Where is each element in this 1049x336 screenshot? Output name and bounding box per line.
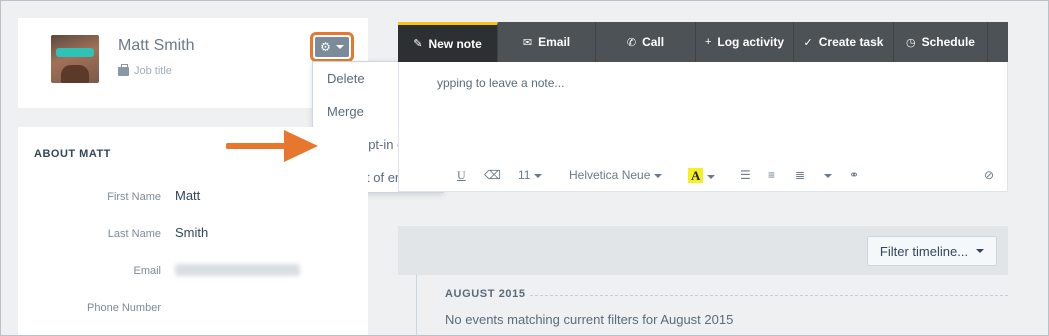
envelope-icon: ✉ — [522, 36, 533, 49]
tab-email-label: Email — [538, 35, 571, 49]
beard-shape — [61, 65, 89, 83]
attachment-icon[interactable]: ⊘ — [984, 168, 994, 182]
eraser-icon[interactable]: ⌫ — [484, 168, 501, 182]
font-size-value: 11 — [518, 168, 531, 182]
briefcase-icon — [118, 63, 129, 76]
phone-number-label: Phone Number — [87, 302, 161, 314]
tab-new-note-label: New note — [428, 36, 482, 51]
timeline-month-heading: AUGUST 2015 — [445, 288, 526, 300]
font-size-select[interactable]: 11 — [518, 168, 543, 182]
highlight-color-button[interactable]: A — [688, 168, 716, 184]
filter-timeline-label: Filter timeline... — [879, 243, 969, 259]
chevron-down-icon — [534, 173, 543, 178]
filter-timeline-button[interactable]: Filter timeline... — [867, 236, 997, 266]
sunglasses-shape — [56, 48, 94, 57]
about-section-title: ABOUT MATT — [34, 148, 111, 160]
chevron-down-icon — [824, 173, 832, 178]
chevron-down-icon — [335, 45, 344, 49]
chevron-down-icon — [654, 173, 663, 178]
avatar[interactable] — [51, 35, 99, 83]
activity-tab-bar: ✎ New note ✉ Email ✆ Call + Log activity… — [398, 22, 1008, 62]
tab-call[interactable]: ✆ Call — [596, 22, 696, 62]
bullet-list-icon[interactable]: ☰ — [740, 168, 751, 182]
no-events-message: No events matching current filters for A… — [445, 312, 734, 327]
tab-call-label: Call — [642, 35, 665, 49]
actions-gear-button[interactable]: ⚙ — [310, 32, 354, 62]
month-divider — [530, 295, 1008, 296]
timeline-line — [416, 275, 417, 336]
font-family-value: Helvetica Neue — [569, 168, 651, 182]
email-label: Email — [133, 265, 161, 277]
plus-icon: + — [704, 36, 712, 48]
link-icon[interactable]: ⚭ — [849, 168, 859, 182]
tab-schedule[interactable]: ◷ Schedule — [894, 22, 988, 62]
annotation-arrow — [226, 130, 318, 162]
check-circle-icon: ✓ — [803, 36, 813, 49]
tab-schedule-label: Schedule — [921, 35, 975, 49]
numbered-list-icon[interactable]: ≡ — [768, 168, 775, 182]
more-options-dropdown[interactable] — [820, 168, 832, 182]
first-name-value[interactable]: Matt — [175, 188, 200, 203]
tab-log-activity-label: Log activity — [717, 35, 785, 49]
tab-create-task[interactable]: ✓ Create task — [794, 22, 894, 62]
note-placeholder[interactable]: ypping to leave a note... — [437, 76, 564, 90]
tab-create-task-label: Create task — [818, 35, 884, 49]
phone-icon: ✆ — [626, 36, 637, 49]
tab-log-activity[interactable]: + Log activity — [696, 22, 794, 62]
job-title-placeholder: Job title — [134, 65, 172, 77]
last-name-label: Last Name — [107, 228, 161, 240]
email-value-blurred[interactable] — [175, 264, 300, 276]
chevron-down-icon — [707, 174, 716, 179]
tab-email[interactable]: ✉ Email — [498, 22, 596, 62]
tab-new-note[interactable]: ✎ New note — [398, 22, 498, 62]
highlight-icon: A — [688, 168, 704, 183]
first-name-label: First Name — [107, 191, 161, 203]
underline-button[interactable]: U — [457, 168, 466, 183]
font-family-select[interactable]: Helvetica Neue — [569, 168, 663, 182]
chevron-down-icon — [976, 249, 985, 253]
last-name-value[interactable]: Smith — [175, 225, 208, 240]
clock-icon: ◷ — [906, 36, 916, 49]
gear-icon: ⚙ — [320, 40, 331, 54]
pencil-icon: ✎ — [413, 38, 423, 50]
job-title-field[interactable]: Job title — [118, 63, 172, 77]
align-icon[interactable]: ≣ — [795, 168, 805, 182]
contact-name[interactable]: Matt Smith — [118, 37, 194, 55]
